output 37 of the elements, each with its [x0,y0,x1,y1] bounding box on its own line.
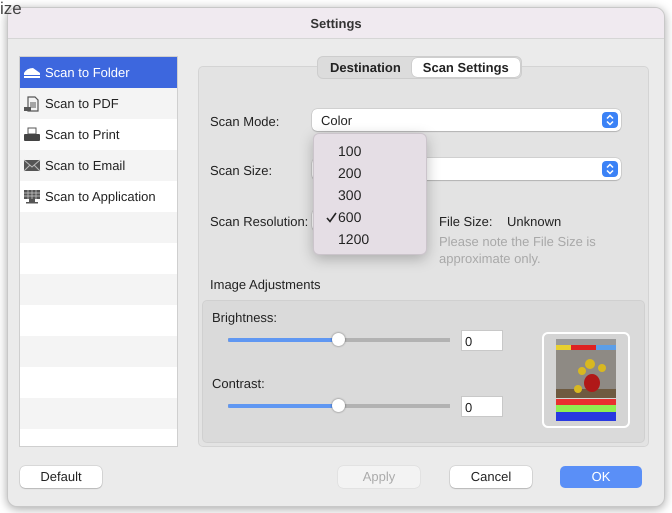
stepper-icon [602,112,618,128]
menu-item[interactable]: 200 [314,162,426,184]
scanner-icon [23,66,41,78]
stepper-icon [602,161,618,177]
document-icon [24,96,40,112]
slider-thumb[interactable] [332,399,345,412]
scan-mode-dropdown[interactable]: Color [312,109,621,131]
sidebar-item[interactable]: Scan to Print [20,119,177,150]
menu-item[interactable]: 1200 [314,228,426,250]
field-label: Scan Mode: [209,113,280,131]
slider-label: Contrast: [212,376,266,392]
file-size-note: Please note the File Size is approximate only. [439,233,597,267]
menu-item[interactable]: 600 [314,206,426,228]
printer-icon [23,127,41,142]
sidebar-item[interactable]: Scan to Folder [20,57,177,88]
field-label: Scan Size: [209,162,274,180]
slider-thumb[interactable] [332,333,345,346]
file-size-value: Unknown [507,213,562,231]
section-title: Image Adjustments [209,277,322,293]
menu-item[interactable]: 100 [314,140,426,162]
window-title: Settings [310,16,362,30]
default-button[interactable]: Default [20,466,102,488]
tab[interactable]: Destination [319,58,412,77]
background-text: ize [0,0,22,17]
sidebar-item[interactable]: Scan to Email [20,150,177,181]
menu-item[interactable]: 300 [314,184,426,206]
sidebar-item[interactable]: Scan to PDF [20,88,177,119]
slider-label: Brightness: [212,310,278,326]
dialog-button[interactable]: Cancel [450,466,532,488]
tab[interactable]: Scan Settings [412,58,520,77]
file-size-label: File Size: [439,213,494,231]
sidebar-item[interactable]: Scan to Application [20,181,177,212]
value-field[interactable]: 0 [461,396,503,416]
envelope-icon [23,159,41,172]
field-label: Scan Resolution: [209,213,310,231]
value-field[interactable]: 0 [461,330,503,350]
monitor-icon [23,189,41,204]
